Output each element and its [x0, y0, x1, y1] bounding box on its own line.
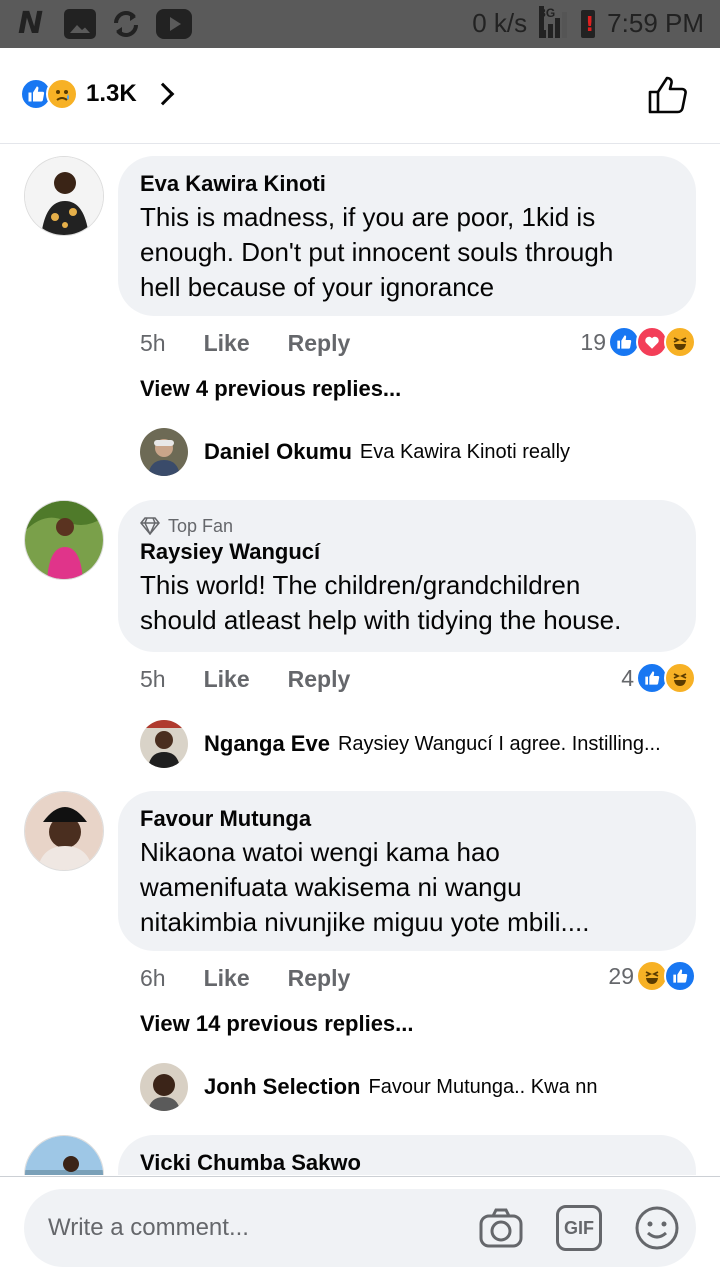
reaction-count: 4 [621, 664, 634, 691]
top-fan-badge: Top Fan [140, 514, 674, 538]
reply-button[interactable]: Reply [288, 666, 351, 693]
view-previous-replies[interactable]: View 4 previous replies... [140, 376, 401, 402]
avatar[interactable] [140, 720, 188, 768]
comment-bubble[interactable]: Eva Kawira Kinoti This is madness, if yo… [118, 156, 696, 316]
comment-input-box[interactable]: GIF [24, 1189, 696, 1267]
like-button[interactable]: Like [204, 965, 250, 992]
comments-sheet: 1.3K Eva Kawira Kinoti This is madness, … [0, 48, 720, 1280]
reply-author[interactable]: Daniel Okumu [204, 439, 352, 465]
comment-time: 6h [140, 965, 166, 991]
comment-author[interactable]: Eva Kawira Kinoti [140, 170, 674, 198]
comment-reactions[interactable]: 29 [608, 960, 696, 992]
reaction-summary[interactable]: 1.3K [20, 78, 175, 110]
reply-text: Eva Kawira Kinoti really [359, 440, 571, 463]
reply-button[interactable]: Reply [288, 965, 351, 992]
comment-bubble[interactable]: Top Fan Raysiey Wangucí This world! The … [118, 500, 696, 652]
reaction-count: 19 [580, 328, 606, 355]
avatar[interactable] [24, 1135, 104, 1175]
avatar[interactable] [24, 156, 104, 236]
camera-icon[interactable] [478, 1205, 524, 1251]
sticker-icon[interactable] [634, 1205, 680, 1251]
battery-icon [581, 9, 596, 38]
avatar[interactable] [140, 1063, 188, 1111]
chevron-right-icon[interactable] [151, 82, 175, 106]
comment-time: 5h [140, 330, 166, 356]
avatar[interactable] [24, 500, 104, 580]
comment-actions: 6h Like Reply [140, 965, 350, 992]
haha-reaction-icon [664, 662, 696, 694]
diamond-icon [140, 517, 160, 535]
avatar[interactable] [24, 791, 104, 871]
reply-preview[interactable]: Jonh Selection Favour Mutunga.. Kwa nn [140, 1063, 598, 1111]
reply-author[interactable]: Nganga Eve [204, 731, 330, 757]
signal-icon: 3G [539, 5, 569, 38]
clock: 7:59 PM [607, 8, 704, 38]
like-button[interactable]: Like [204, 330, 250, 357]
comment-text: Nikaona watoi wengi kama hao wamenifuata… [140, 837, 590, 937]
comment-author[interactable]: Favour Mutunga [140, 805, 674, 833]
comment-composer: GIF [0, 1176, 720, 1280]
network-speed: 0 k/s [472, 8, 528, 38]
comment: Vicki Chumba Sakwo [0, 1135, 720, 1175]
sync-icon [110, 9, 142, 39]
comment-text: This is madness, if you are poor, 1kid i… [140, 202, 614, 302]
avatar[interactable] [140, 428, 188, 476]
comment-bubble[interactable]: Vicki Chumba Sakwo [118, 1135, 696, 1175]
comment-reactions[interactable]: 4 [621, 662, 696, 694]
reaction-count: 1.3K [86, 80, 137, 107]
like-button[interactable]: Like [204, 666, 250, 693]
comment-author[interactable]: Vicki Chumba Sakwo [140, 1149, 674, 1175]
n-app-icon: N [18, 6, 44, 41]
comment-author[interactable]: Raysiey Wangucí [140, 538, 674, 566]
reply-author[interactable]: Jonh Selection [204, 1074, 360, 1100]
comment-actions: 5h Like Reply [140, 330, 350, 357]
comment-reactions[interactable]: 19 [580, 326, 696, 358]
image-icon [64, 9, 96, 39]
reaction-count: 29 [608, 962, 634, 989]
comment-input[interactable] [48, 1189, 448, 1267]
reply-button[interactable]: Reply [288, 330, 351, 357]
gif-icon[interactable]: GIF [556, 1205, 602, 1251]
view-previous-replies[interactable]: View 14 previous replies... [140, 1011, 414, 1037]
reply-preview[interactable]: Daniel Okumu Eva Kawira Kinoti really [140, 428, 570, 476]
like-reaction-icon [664, 960, 696, 992]
youtube-icon [156, 9, 192, 39]
status-bar: N 0 k/s 3G 7:59 PM [0, 0, 720, 48]
sad-reaction-icon [46, 78, 78, 110]
reply-text: Raysiey Wangucí I agree. Instilling... [337, 732, 661, 755]
thumbs-up-icon[interactable] [646, 72, 690, 116]
reply-preview[interactable]: Nganga Eve Raysiey Wangucí I agree. Inst… [140, 720, 661, 768]
reply-text: Favour Mutunga.. Kwa nn [368, 1075, 598, 1098]
comment-text: This world! The children/grandchildren s… [140, 570, 622, 635]
sheet-header: 1.3K [0, 48, 720, 144]
comment-time: 5h [140, 666, 166, 692]
comment-actions: 5h Like Reply [140, 666, 350, 693]
haha-reaction-icon [664, 326, 696, 358]
comment-bubble[interactable]: Favour Mutunga Nikaona watoi wengi kama … [118, 791, 696, 951]
